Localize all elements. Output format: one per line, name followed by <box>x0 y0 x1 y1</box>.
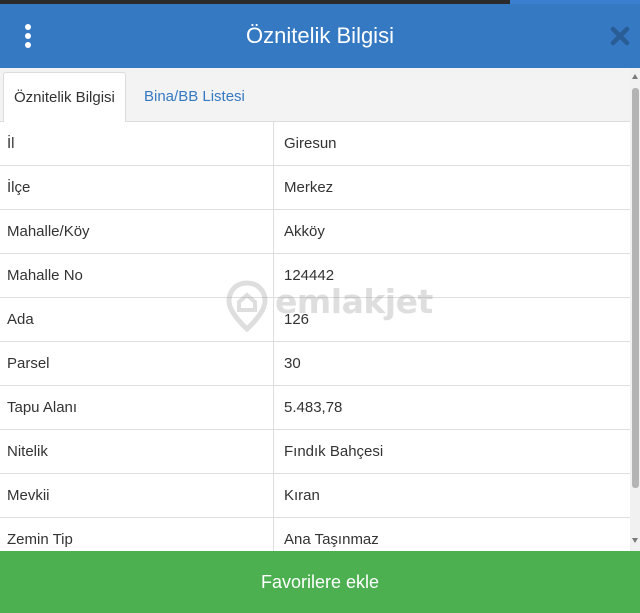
column-divider <box>273 430 274 474</box>
tab-oznitelik-bilgisi[interactable]: Öznitelik Bilgisi <box>3 72 126 123</box>
attribute-key: İlçe <box>7 179 31 196</box>
attribute-value: 124442 <box>284 267 335 284</box>
dialog-title: Öznitelik Bilgisi <box>246 23 394 48</box>
table-row: Mahalle/Köy Akköy <box>0 210 630 254</box>
column-divider <box>273 518 274 551</box>
tab-bar: Öznitelik Bilgisi Bina/BB Listesi <box>0 68 630 123</box>
close-icon[interactable] <box>606 22 634 50</box>
column-divider <box>273 342 274 386</box>
scrollbar-thumb[interactable] <box>632 88 639 488</box>
scroll-down-arrow-icon[interactable] <box>632 538 638 543</box>
attribute-key: Parsel <box>7 355 50 372</box>
table-row: Ada 126 <box>0 298 630 342</box>
attribute-key: İl <box>7 135 15 152</box>
attribute-value: Akköy <box>284 223 325 240</box>
attribute-value: Giresun <box>284 135 337 152</box>
attribute-value: 5.483,78 <box>284 399 343 416</box>
column-divider <box>273 210 274 254</box>
attribute-key: Mevkii <box>7 487 50 504</box>
table-row: İl Giresun <box>0 122 630 166</box>
kebab-menu-icon[interactable] <box>18 20 38 52</box>
tab-bina-bb-listesi[interactable]: Bina/BB Listesi <box>134 72 255 123</box>
table-row: Mahalle No 124442 <box>0 254 630 298</box>
attribute-key: Mahalle/Köy <box>7 223 90 240</box>
attribute-key: Tapu Alanı <box>7 399 78 416</box>
column-divider <box>273 474 274 518</box>
attribute-key: Zemin Tip <box>7 531 73 548</box>
column-divider <box>273 386 274 430</box>
attribute-value: Merkez <box>284 179 334 196</box>
column-divider <box>273 122 274 166</box>
column-divider <box>273 166 274 210</box>
table-row: İlçe Merkez <box>0 166 630 210</box>
column-divider <box>273 298 274 342</box>
table-row: Mevkii Kıran <box>0 474 630 518</box>
attribute-value: Fındık Bahçesi <box>284 443 384 460</box>
attribute-value: 30 <box>284 355 301 372</box>
attribute-value: 126 <box>284 311 310 328</box>
scroll-up-arrow-icon[interactable] <box>632 74 638 79</box>
attribute-value: Kıran <box>284 487 320 504</box>
column-divider <box>273 254 274 298</box>
table-row: Zemin Tip Ana Taşınmaz <box>0 518 630 551</box>
table-row: Parsel 30 <box>0 342 630 386</box>
attribute-key: Mahalle No <box>7 267 83 284</box>
attribute-table: İl Giresun İlçe Merkez Mahalle/Köy Akköy Mahal… <box>0 122 630 551</box>
add-to-favorites-button[interactable]: Favorilere ekle <box>0 551 640 613</box>
attribute-key: Ada <box>7 311 34 328</box>
table-row: Tapu Alanı 5.483,78 <box>0 386 630 430</box>
attribute-value: Ana Taşınmaz <box>284 531 379 548</box>
table-row: Nitelik Fındık Bahçesi <box>0 430 630 474</box>
dialog-header: Öznitelik Bilgisi <box>0 4 640 68</box>
attribute-key: Nitelik <box>7 443 48 460</box>
